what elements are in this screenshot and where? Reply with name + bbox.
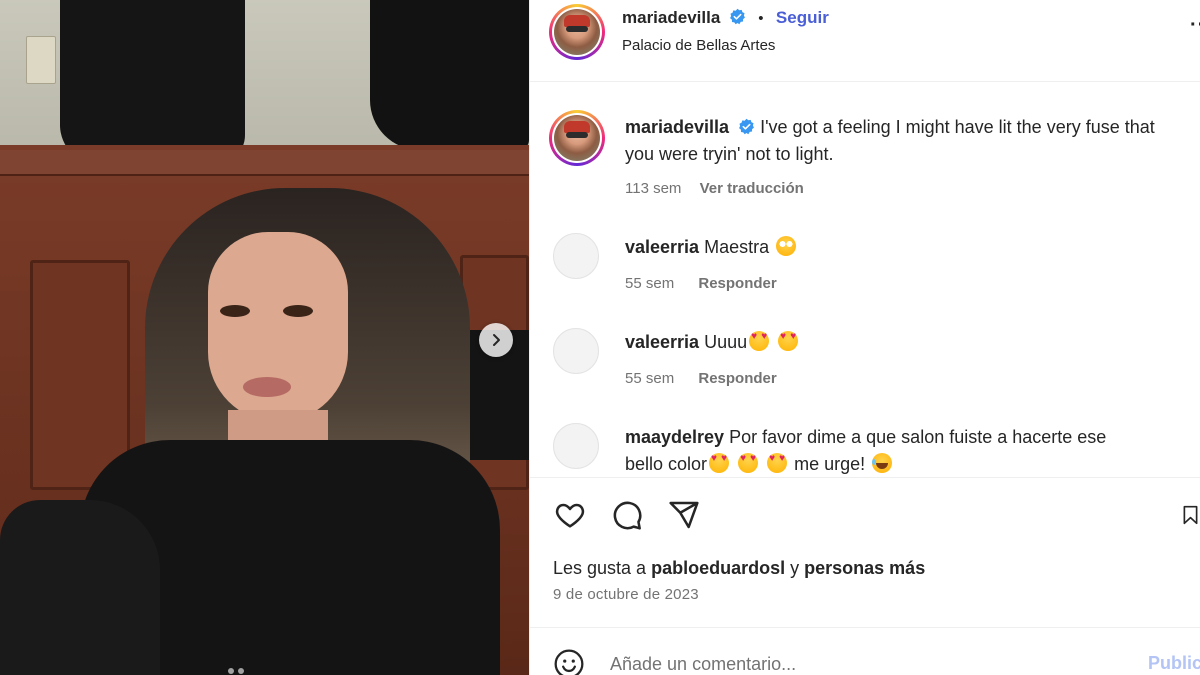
photo-wood-rail (0, 150, 529, 176)
smiley-icon (554, 649, 584, 675)
carousel-dot (228, 668, 234, 674)
likes-summary: Les gusta a pabloeduardosl y personas má… (553, 558, 925, 579)
caption-username[interactable]: mariadevilla (625, 117, 729, 137)
comment-text: valeerria Uuuu (625, 329, 1200, 356)
comment-body-line-2b: me urge! (794, 454, 866, 474)
header-separator-dot: • (758, 10, 764, 27)
comment-username[interactable]: valeerria (625, 332, 699, 352)
chevron-right-icon (493, 334, 500, 346)
comment-username[interactable]: valeerria (625, 237, 699, 257)
emoji-picker-button[interactable] (553, 648, 585, 675)
photo-arm (0, 500, 160, 675)
comment-body-line-2a: bello color (625, 454, 708, 474)
comment-username[interactable]: maaydelrey (625, 427, 724, 447)
post-location[interactable]: Palacio de Bellas Artes (622, 37, 775, 54)
carousel-dots (228, 668, 244, 674)
reply-button[interactable]: Responder (698, 275, 776, 292)
heart-eyes-emoji-icon (749, 331, 770, 351)
author-username[interactable]: mariadevilla (622, 8, 720, 27)
commenter-avatar[interactable] (553, 233, 599, 279)
caption-meta: 113 sem Ver traducción (625, 180, 804, 197)
post-date[interactable]: 9 de octubre de 2023 (553, 586, 699, 603)
post-actions: Les gusta a pabloeduardosl y personas má… (530, 477, 1200, 627)
comment-body-line-1: Por favor dime a que salon fuiste a hace… (729, 427, 1107, 447)
photo-eye-right (283, 305, 313, 317)
publish-button[interactable]: Publicar (1148, 653, 1200, 674)
heart-eyes-emoji-icon (778, 331, 799, 351)
save-button[interactable] (1180, 498, 1200, 532)
caption-line-2: you were tryin' not to light. (625, 144, 834, 164)
post-photo[interactable] (0, 0, 529, 675)
heart-eyes-emoji-icon (709, 453, 730, 473)
paper-plane-icon (669, 501, 699, 529)
add-comment-bar: Publicar (530, 627, 1200, 675)
translate-button[interactable]: Ver traducción (700, 180, 804, 197)
likes-prefix: Les gusta a (553, 558, 647, 578)
comment-text: maaydelrey Por favor dime a que salon fu… (625, 424, 1200, 476)
more-options-icon[interactable]: ··· (1190, 14, 1200, 37)
reply-button[interactable]: Responder (698, 370, 776, 387)
comment-button[interactable] (610, 498, 644, 532)
caption-line-1: I've got a feeling I might have lit the … (760, 117, 1155, 137)
heart-eyes-emoji-icon (767, 453, 788, 473)
likes-user[interactable]: pabloeduardosl (651, 558, 785, 578)
verified-badge-icon (739, 118, 755, 135)
caption-text: mariadevilla I've got a feeling I might … (625, 114, 1200, 168)
comments-list[interactable]: mariadevilla I've got a feeling I might … (530, 83, 1200, 476)
likes-others[interactable]: personas más (804, 558, 925, 578)
photo-lips (243, 377, 291, 397)
comment-meta: 55 sem Responder (625, 275, 777, 292)
laughing-emoji-icon (872, 453, 893, 473)
likes-connector: y (790, 558, 800, 578)
photo-coat-left (60, 0, 245, 165)
comment-input[interactable] (610, 654, 1130, 675)
post-header: mariadevilla • Seguir Palacio de Bellas … (530, 0, 1200, 82)
heart-icon (555, 503, 585, 528)
follow-button[interactable]: Seguir (776, 8, 829, 27)
comment-body: Maestra (704, 237, 770, 257)
post-side-panel: mariadevilla • Seguir Palacio de Bellas … (529, 0, 1200, 675)
carousel-next-button[interactable] (479, 323, 513, 357)
verified-badge-icon (729, 8, 745, 25)
like-button[interactable] (553, 498, 587, 532)
photo-eye-left (220, 305, 250, 317)
comment-meta: 55 sem Responder (625, 370, 777, 387)
heart-eyes-emoji-icon (738, 453, 759, 473)
comment-age: 55 sem (625, 370, 675, 387)
commenter-avatar[interactable] (553, 328, 599, 374)
comment-text: valeerria Maestra (625, 234, 1200, 261)
caption-age: 113 sem (625, 180, 682, 197)
comment-body: Uuuu (704, 332, 748, 352)
photo-coat-right (370, 0, 529, 150)
comment-age: 55 sem (625, 275, 675, 292)
photo-panel-box (30, 260, 130, 490)
commenter-avatar[interactable] (553, 423, 599, 469)
photo-light-switch (26, 36, 56, 84)
carousel-dot (238, 668, 244, 674)
bookmark-icon (1183, 505, 1198, 525)
caption-author-avatar[interactable] (549, 110, 605, 166)
comment-bubble-icon (613, 501, 642, 530)
share-button[interactable] (667, 498, 701, 532)
flushed-face-emoji-icon (776, 236, 797, 256)
author-avatar[interactable] (549, 4, 605, 60)
